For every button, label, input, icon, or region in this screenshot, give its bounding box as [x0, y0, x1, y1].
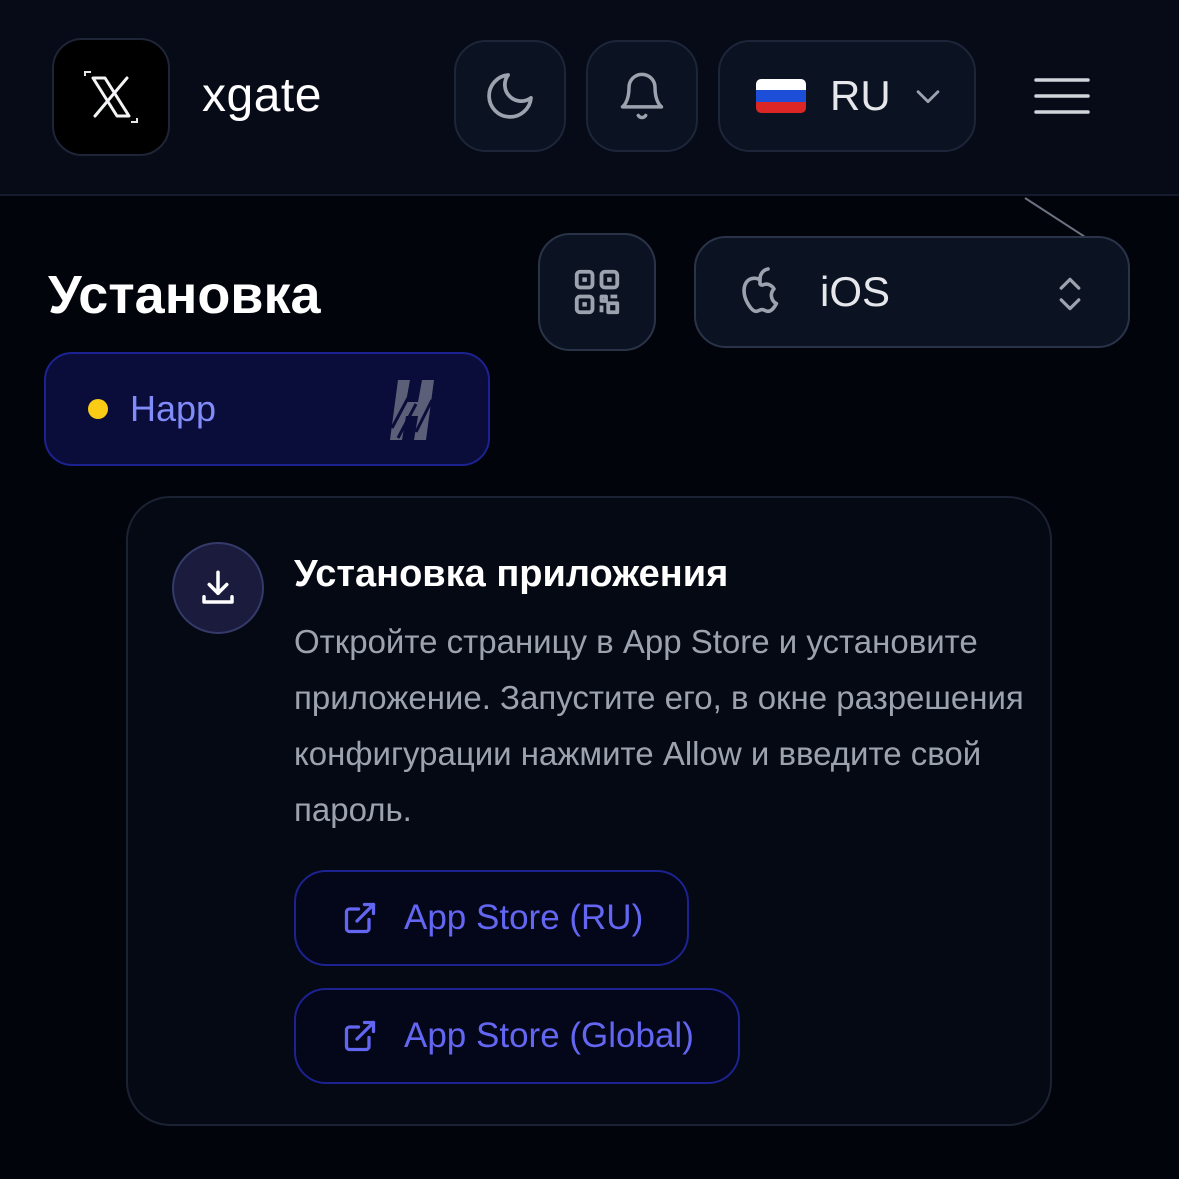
divider-line	[1024, 197, 1086, 239]
app-store-ru-label: App Store (RU)	[404, 898, 644, 937]
bell-icon	[620, 72, 664, 120]
download-icon	[202, 570, 234, 604]
app-store-ru-button[interactable]: App Store (RU)	[294, 870, 690, 966]
apple-icon	[742, 267, 779, 314]
os-select[interactable]: iOS	[694, 236, 1130, 348]
russia-flag-icon	[756, 79, 806, 113]
menu-button[interactable]	[1018, 60, 1106, 132]
install-step-card: Установка приложения Откройте страницу в…	[126, 496, 1052, 1126]
status-dot	[88, 399, 108, 419]
app-chip-happ[interactable]: Happ	[44, 352, 490, 466]
chevron-up-down-icon	[1052, 272, 1088, 321]
page: xgate RU Установка iOS Happ Установка пр…	[0, 0, 1179, 1179]
qr-code-button[interactable]	[538, 233, 656, 351]
header: xgate RU	[0, 0, 1179, 196]
logo-button[interactable]	[52, 38, 170, 156]
card-title: Установка приложения	[294, 553, 729, 595]
moon-icon	[487, 73, 533, 119]
os-select-value: iOS	[820, 268, 891, 315]
language-select[interactable]: RU	[718, 40, 976, 152]
brand-name: xgate	[202, 69, 322, 122]
language-code: RU	[830, 72, 891, 119]
app-store-global-label: App Store (Global)	[404, 1016, 694, 1055]
external-link-icon	[344, 1020, 376, 1052]
card-description: Откройте страницу в App Store и установи…	[294, 623, 1024, 828]
external-link-icon	[344, 902, 376, 934]
hamburger-menu-icon	[1034, 78, 1090, 114]
chevron-down-icon	[911, 79, 945, 113]
page-title: Установка	[48, 265, 321, 325]
x-logo-icon	[84, 71, 138, 123]
notifications-button[interactable]	[586, 40, 698, 152]
theme-toggle-button[interactable]	[454, 40, 566, 152]
step-icon-badge	[172, 542, 264, 634]
app-chip-label: Happ	[130, 388, 217, 429]
app-store-global-button[interactable]: App Store (Global)	[294, 988, 740, 1084]
qr-code-icon	[574, 269, 620, 315]
happ-logo-icon	[390, 380, 434, 440]
